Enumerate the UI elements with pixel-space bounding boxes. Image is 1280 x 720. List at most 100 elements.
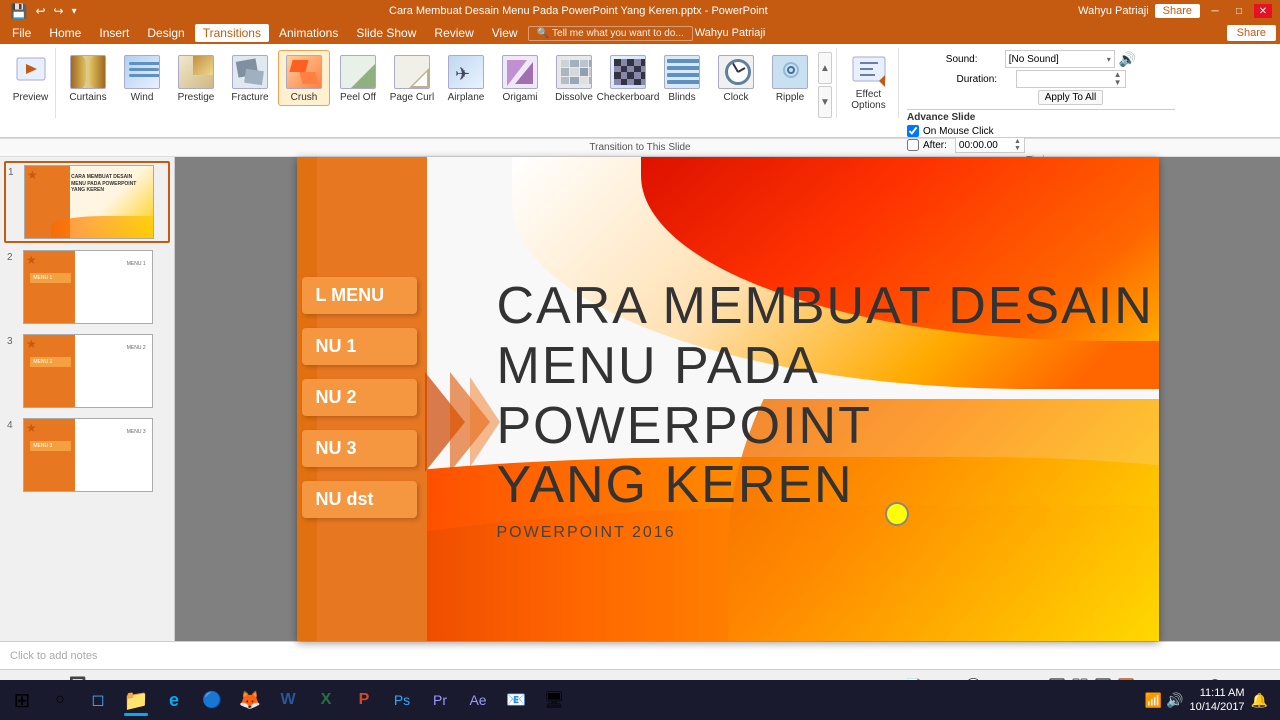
- slide-canvas[interactable]: L MENU NU 1 NU 2 NU 3 NU dst CARA MEMBUA…: [297, 157, 1159, 641]
- file-explorer-icon: 📁: [124, 688, 149, 713]
- maximize-button[interactable]: □: [1230, 4, 1248, 18]
- slide-thumb-4[interactable]: 4 MENU 3 MENU 3 ★: [4, 415, 170, 495]
- checkerboard-icon: [610, 54, 646, 90]
- slide-menu-btn-3: NU 3: [302, 430, 417, 467]
- transition-dissolve[interactable]: Dissolve: [548, 50, 600, 106]
- tab-review[interactable]: Review: [426, 24, 481, 42]
- apply-all-button[interactable]: Apply To All: [1038, 90, 1104, 105]
- sound-value[interactable]: [No Sound]: [1009, 54, 1106, 65]
- tab-file[interactable]: File: [4, 24, 39, 42]
- scroll-down-arrow[interactable]: ▼: [818, 86, 832, 118]
- slide-preview-4: MENU 3 MENU 3 ★: [23, 418, 153, 492]
- tab-design[interactable]: Design: [139, 24, 192, 42]
- close-button[interactable]: ✕: [1254, 4, 1272, 18]
- search-icon: 🔍: [537, 28, 549, 39]
- transition-page-curl[interactable]: Page Curl: [386, 50, 438, 106]
- minimize-button[interactable]: ─: [1206, 4, 1224, 18]
- window-title: Cara Membuat Desain Menu Pada PowerPoint…: [79, 5, 1079, 17]
- slide-menu-buttons: L MENU NU 1 NU 2 NU 3 NU dst: [302, 277, 417, 518]
- transition-blinds[interactable]: Blinds: [656, 50, 708, 106]
- notes-placeholder: Click to add notes: [10, 650, 97, 662]
- taskbar-ppt-button[interactable]: P: [346, 682, 382, 718]
- volume-icon[interactable]: 🔊: [1166, 692, 1183, 709]
- effect-options-button[interactable]: EffectOptions: [848, 50, 890, 114]
- quick-undo[interactable]: ↩: [33, 4, 47, 18]
- notification-icon[interactable]: 🔔: [1251, 692, 1268, 709]
- transition-section-label: Transition to This Slide: [8, 142, 1272, 153]
- taskbar-ae-button[interactable]: Ae: [460, 682, 496, 718]
- network-icon[interactable]: 📶: [1145, 692, 1162, 709]
- crush-label: Crush: [291, 92, 318, 103]
- taskbar-right: 📶 🔊 11:11 AM 10/14/2017 🔔: [1145, 686, 1276, 715]
- taskbar-cortana-button[interactable]: ◻: [80, 682, 116, 718]
- share-btn-header[interactable]: Share: [1227, 25, 1276, 41]
- preview-button[interactable]: Preview: [10, 50, 52, 106]
- transition-ripple[interactable]: Ripple: [764, 50, 816, 106]
- airplane-label: Airplane: [448, 92, 485, 103]
- tab-home[interactable]: Home: [41, 24, 89, 42]
- transition-fracture[interactable]: Fracture: [224, 50, 276, 106]
- ribbon: Preview Curtains: [0, 44, 1280, 139]
- wind-icon: [124, 54, 160, 90]
- photoshop-icon: Ps: [394, 692, 410, 708]
- taskbar: ⊞ ○ ◻ 📁 e 🔵 🦊 W X P Ps Pr Ae 📧 🖥 📶: [0, 680, 1280, 720]
- dissolve-label: Dissolve: [555, 92, 593, 103]
- main-area: 1 CARA MEMBUAT DESAINMENU PADA POWERPOIN…: [0, 157, 1280, 641]
- slide-main-title: CARA MEMBUAT DESAINMENU PADA POWERPOINTY…: [497, 277, 1159, 542]
- on-mouse-click-checkbox[interactable]: [907, 125, 919, 137]
- sound-row: Sound: [No Sound] ▾ 🔊: [946, 50, 1136, 68]
- taskbar-start-button[interactable]: ⊞: [4, 682, 40, 718]
- slide-thumb-1[interactable]: 1 CARA MEMBUAT DESAINMENU PADA POWERPOIN…: [4, 161, 170, 243]
- transition-checkerboard[interactable]: Checkerboard: [602, 50, 654, 106]
- tab-slideshow[interactable]: Slide Show: [348, 24, 424, 42]
- transition-wind[interactable]: Wind: [116, 50, 168, 106]
- taskbar-explorer-button[interactable]: 📁: [118, 682, 154, 718]
- taskbar-clock[interactable]: 11:11 AM 10/14/2017: [1190, 686, 1245, 715]
- quick-redo[interactable]: ↪: [52, 4, 66, 18]
- ribbon-section-transitions: Curtains Wind: [58, 48, 837, 118]
- slide-star-3: ★: [26, 337, 37, 351]
- slide-num-1: 1: [8, 167, 20, 178]
- transition-prestige[interactable]: Prestige: [170, 50, 222, 106]
- taskbar-edge-button[interactable]: e: [156, 682, 192, 718]
- tab-view[interactable]: View: [484, 24, 526, 42]
- transition-airplane[interactable]: ✈ Airplane: [440, 50, 492, 106]
- tab-animations[interactable]: Animations: [271, 24, 346, 42]
- taskbar-misc1-button[interactable]: 📧: [498, 682, 534, 718]
- transition-curtains[interactable]: Curtains: [62, 50, 114, 106]
- ripple-label: Ripple: [776, 92, 804, 103]
- sound-speaker-icon: 🔊: [1119, 51, 1136, 68]
- notes-area[interactable]: Click to add notes: [0, 641, 1280, 669]
- tab-insert[interactable]: Insert: [91, 24, 137, 42]
- transition-clock[interactable]: Clock: [710, 50, 762, 106]
- quick-save[interactable]: 💾: [8, 3, 29, 20]
- transition-peel-off[interactable]: Peel Off: [332, 50, 384, 106]
- user-name: Wahyu Patriaji: [1078, 5, 1149, 17]
- taskbar-ps-button[interactable]: Ps: [384, 682, 420, 718]
- on-mouse-click-row: On Mouse Click: [907, 125, 1175, 137]
- taskbar-chrome-button[interactable]: 🔵: [194, 682, 230, 718]
- slide-thumb-2[interactable]: 2 MENU 1 MENU 1 ★: [4, 247, 170, 327]
- share-button[interactable]: Share: [1155, 4, 1200, 18]
- menu-bar: File Home Insert Design Transitions Anim…: [0, 22, 1280, 44]
- transition-crush[interactable]: Crush: [278, 50, 330, 106]
- taskbar-pr-button[interactable]: Pr: [422, 682, 458, 718]
- effect-options-icon: [851, 53, 887, 89]
- taskbar-word-button[interactable]: W: [270, 682, 306, 718]
- premiere-icon: Pr: [433, 692, 447, 708]
- taskbar-search-button[interactable]: ○: [42, 682, 78, 718]
- origami-icon: [502, 54, 538, 90]
- scroll-up-arrow[interactable]: ▲: [818, 52, 832, 84]
- chevron-arrows: [415, 362, 505, 482]
- taskbar-firefox-button[interactable]: 🦊: [232, 682, 268, 718]
- slide-thumb-3[interactable]: 3 MENU 2 MENU 2 ★: [4, 331, 170, 411]
- taskbar-excel-button[interactable]: X: [308, 682, 344, 718]
- taskbar-misc2-button[interactable]: 🖥: [536, 682, 572, 718]
- chrome-icon: 🔵: [202, 690, 222, 710]
- search-box[interactable]: 🔍 Tell me what you want to do...: [528, 26, 693, 41]
- sound-dropdown-icon[interactable]: ▾: [1107, 55, 1111, 64]
- transition-origami[interactable]: Origami: [494, 50, 546, 106]
- tab-transitions[interactable]: Transitions: [195, 24, 269, 42]
- duration-down-icon[interactable]: ▼: [1114, 79, 1122, 87]
- quick-customize[interactable]: ▾: [70, 6, 79, 17]
